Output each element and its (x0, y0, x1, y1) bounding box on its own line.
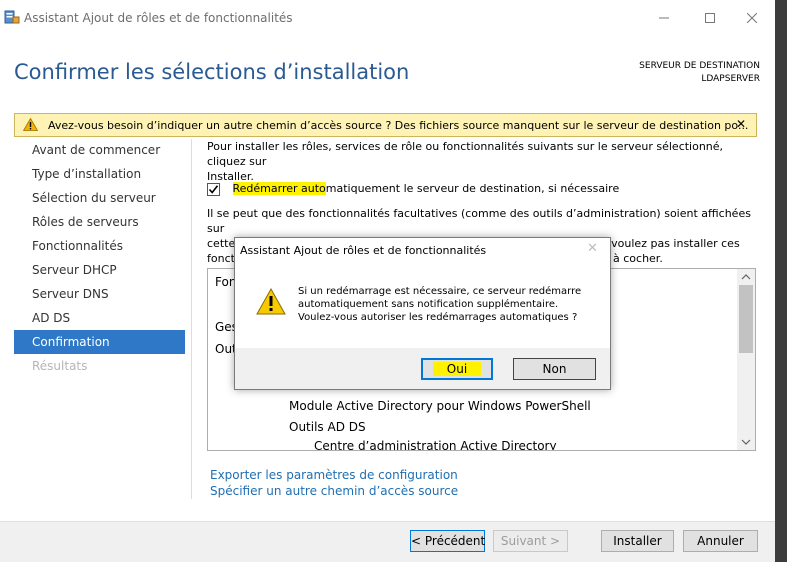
next-button: Suivant > (493, 530, 568, 552)
dialog-message-line-2: automatiquement sans notification supplé… (298, 299, 559, 310)
background-window-edge (775, 0, 787, 562)
intro-line-1: Pour installer les rôles, services de rô… (207, 140, 724, 168)
restart-label-rest: matiquement le serveur de destination, s… (325, 182, 620, 195)
export-settings-link[interactable]: Exporter les paramètres de configuration (210, 467, 458, 483)
alternate-source-link[interactable]: Spécifier un autre chemin d’accès source (210, 483, 458, 499)
nav-item-ad-ds[interactable]: AD DS (14, 306, 185, 330)
nav-item-confirmation[interactable]: Confirmation (14, 330, 185, 354)
scroll-down-icon[interactable] (737, 434, 755, 450)
maximize-button[interactable] (687, 0, 733, 36)
nav-divider (191, 139, 192, 499)
nav-item-serveur-dns[interactable]: Serveur DNS (14, 282, 185, 306)
nav-item-avant-de-commencer[interactable]: Avant de commencer (14, 138, 185, 162)
close-icon (747, 13, 757, 23)
dialog-message-line-3: Voulez-vous autoriser les redémarrages a… (298, 312, 578, 323)
checkmark-icon (208, 184, 219, 194)
info-line-1: Il se peut que des fonctionnalités facul… (207, 207, 751, 235)
install-button[interactable]: Installer (601, 530, 674, 552)
info-line-3-start: fonct (207, 252, 235, 265)
dialog-message-line-1: Si un redémarrage est nécessaire, ce ser… (298, 286, 582, 297)
dialog-message: Si un redémarrage est nécessaire, ce ser… (298, 285, 581, 324)
info-line-3-end: à cocher. (613, 252, 663, 265)
warning-banner[interactable]: Avez-vous besoin d’indiquer un autre che… (14, 113, 757, 137)
window-title: Assistant Ajout de rôles et de fonctionn… (24, 11, 293, 25)
scroll-up-icon[interactable] (737, 269, 755, 285)
nav-item-roles-serveurs[interactable]: Rôles de serveurs (14, 210, 185, 234)
dialog-title: Assistant Ajout de rôles et de fonctionn… (240, 244, 487, 257)
list-item: Outils AD DS (289, 420, 366, 434)
nav-item-serveur-dhcp[interactable]: Serveur DHCP (14, 258, 185, 282)
no-button[interactable]: Non (513, 358, 596, 380)
restart-label-highlight: Redémarrer auto (232, 182, 326, 195)
destination-server-name: LDAPSERVER (701, 74, 760, 84)
list-item: Centre d’administration Active Directory (314, 439, 557, 451)
dialog-footer: Oui Non (235, 348, 610, 389)
yes-button[interactable]: Oui (421, 358, 493, 380)
warning-icon (256, 287, 286, 318)
restart-checkbox-row[interactable]: Redémarrer automatiquement le serveur de… (207, 182, 619, 196)
nav-item-type-installation[interactable]: Type d’installation (14, 162, 185, 186)
scrollbar-thumb[interactable] (739, 285, 753, 353)
intro-text: Pour installer les rôles, services de rô… (207, 139, 755, 184)
nav-item-fonctionnalites[interactable]: Fonctionnalités (14, 234, 185, 258)
restart-confirm-dialog: Assistant Ajout de rôles et de fonctionn… (234, 237, 611, 390)
restart-checkbox[interactable] (207, 182, 220, 196)
warning-banner-text: Avez-vous besoin d’indiquer un autre che… (48, 119, 749, 132)
yes-label: Oui (432, 362, 482, 376)
wizard-steps-nav: Avant de commencer Type d’installation S… (14, 138, 185, 378)
cancel-button[interactable]: Annuler (683, 530, 758, 552)
dialog-close-button[interactable]: ✕ (587, 241, 598, 256)
banner-close-button[interactable]: ✕ (736, 117, 746, 131)
server-manager-icon (4, 9, 20, 25)
nav-item-selection-serveur[interactable]: Sélection du serveur (14, 186, 185, 210)
maximize-icon (705, 13, 715, 23)
minimize-icon (659, 17, 669, 19)
minimize-button[interactable] (641, 0, 687, 36)
destination-label: SERVEUR DE DESTINATION (639, 61, 760, 71)
destination-server-info: SERVEUR DE DESTINATION LDAPSERVER (639, 60, 760, 86)
nav-item-resultats: Résultats (32, 359, 88, 373)
page-title: Confirmer les sélections d’installation (14, 60, 410, 84)
links-area: Exporter les paramètres de configuration… (210, 467, 458, 499)
list-item: Module Active Directory pour Windows Pow… (289, 399, 591, 413)
wizard-footer: < Précédent Suivant > Installer Annuler (0, 522, 775, 562)
previous-button[interactable]: < Précédent (410, 530, 485, 552)
close-window-button[interactable] (729, 0, 775, 36)
warning-icon (22, 117, 39, 134)
